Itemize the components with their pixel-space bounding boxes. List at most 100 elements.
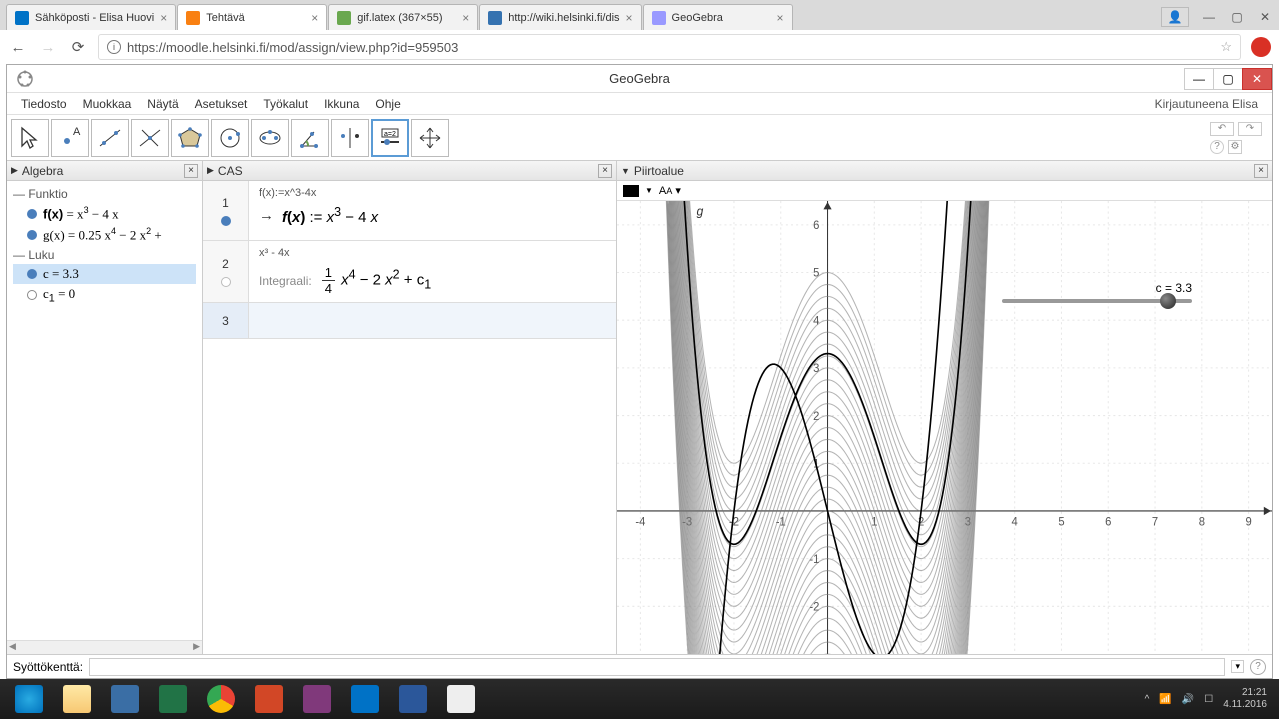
tool-move-view[interactable] [411,119,449,157]
menu-item[interactable]: Tiedosto [13,95,75,113]
slider-c[interactable]: c = 3.3 [1002,281,1192,303]
task-geogebra[interactable] [438,682,484,716]
user-icon[interactable]: 👤 [1161,7,1189,27]
login-status[interactable]: Kirjautuneena Elisa [1155,97,1266,111]
input-help-icon[interactable]: ? [1250,659,1266,675]
tool-circle[interactable] [211,119,249,157]
tab-close-icon[interactable]: × [305,11,318,25]
panel-close-icon[interactable]: × [1254,164,1268,178]
menu-item[interactable]: Ikkuna [316,95,367,113]
back-button[interactable]: ← [8,37,28,57]
maximize-icon[interactable]: ▢ [1223,7,1251,27]
menu-item[interactable]: Asetukset [187,95,256,113]
panel-close-icon[interactable]: × [184,164,198,178]
gg-maximize-button[interactable]: ▢ [1213,68,1243,90]
tool-ellipse[interactable] [251,119,289,157]
algebra-item[interactable]: g(x) = 0.25 x4 − 2 x2 + [13,224,196,245]
task-onenote[interactable] [294,682,340,716]
color-picker[interactable] [623,185,639,197]
cas-row[interactable]: 1 f(x):=x^3-4x → f(x) := x3 − 4 x [203,181,616,241]
menu-item[interactable]: Ohje [367,95,408,113]
visibility-dot-icon[interactable] [27,290,37,300]
cas-panel-header[interactable]: ▶ CAS × [203,161,616,181]
visibility-dot-icon[interactable] [27,269,37,279]
tool-polygon[interactable] [171,119,209,157]
cas-row[interactable]: 3 [203,303,616,339]
close-icon[interactable]: ✕ [1251,7,1279,27]
input-field[interactable] [89,658,1225,676]
task-app[interactable] [102,682,148,716]
battery-icon[interactable]: ☐ [1204,694,1213,705]
cas-input[interactable]: x³ - 4x [259,247,606,259]
gg-close-button[interactable]: ✕ [1242,68,1272,90]
browser-tab[interactable]: gif.latex (367×55) × [328,4,478,30]
task-powerpoint[interactable] [246,682,292,716]
menu-item[interactable]: Työkalut [255,95,316,113]
collapse-arrow-icon[interactable]: ▼ [621,166,630,176]
collapse-arrow-icon[interactable]: ▶ [11,165,18,176]
dropdown-arrow-icon[interactable]: ▼ [645,186,653,195]
tray-up-icon[interactable]: ^ [1145,694,1150,705]
tool-perpendicular[interactable] [131,119,169,157]
menu-item[interactable]: Muokkaa [75,95,140,113]
task-explorer[interactable] [54,682,100,716]
browser-tab[interactable]: Tehtävä × [177,4,327,30]
tool-move[interactable] [11,119,49,157]
visibility-dot-icon[interactable] [27,230,37,240]
url-input[interactable]: i https://moodle.helsinki.fi/mod/assign/… [98,34,1241,60]
task-excel[interactable] [150,682,196,716]
slider-thumb[interactable] [1160,293,1176,309]
tool-line[interactable] [91,119,129,157]
algebra-panel-header[interactable]: ▶ Algebra × [7,161,202,181]
algebra-item[interactable]: f(x) = x3 − 4 x [13,203,196,224]
tab-close-icon[interactable]: × [456,11,469,25]
graphics-view[interactable]: -4-3-2-1123456789-2-1123456g c = 3.3 [617,201,1272,654]
forward-button[interactable]: → [38,37,58,57]
tab-close-icon[interactable]: × [620,11,633,25]
algebra-item[interactable]: c1 = 0 [13,284,196,307]
cas-row[interactable]: 2 x³ - 4x Integraali: 14 x4 − 2 x2 + c1 [203,241,616,303]
tab-close-icon[interactable]: × [154,11,167,25]
cas-input[interactable]: f(x):=x^3-4x [259,187,606,199]
panel-close-icon[interactable]: × [598,164,612,178]
task-outlook[interactable] [342,682,388,716]
collapse-arrow-icon[interactable]: ▶ [207,165,214,176]
task-chrome[interactable] [198,682,244,716]
tab-close-icon[interactable]: × [771,11,784,25]
extension-icon[interactable] [1251,37,1271,57]
browser-tab[interactable]: Sähköposti - Elisa Huovi × [6,4,176,30]
undo-button[interactable]: ↶ [1210,122,1234,136]
task-ie[interactable] [6,682,52,716]
site-info-icon[interactable]: i [107,40,121,54]
cas-dot-icon[interactable] [221,277,231,287]
input-dropdown-icon[interactable]: ▾ [1231,660,1244,673]
reload-button[interactable]: ⟳ [68,37,88,57]
tool-point[interactable]: A [51,119,89,157]
algebra-group[interactable]: — Funktio [13,187,196,201]
redo-button[interactable]: ↷ [1238,122,1262,136]
help-button[interactable]: ? [1210,140,1224,154]
visibility-dot-icon[interactable] [27,209,37,219]
system-tray[interactable]: ^ 📶 🔊 ☐ 21:21 4.11.2016 [1145,687,1273,711]
browser-tab[interactable]: GeoGebra × [643,4,793,30]
menu-item[interactable]: Näytä [139,95,186,113]
volume-icon[interactable]: 🔊 [1182,694,1194,705]
text-size-button[interactable]: AA ▾ [659,184,681,197]
gg-minimize-button[interactable]: — [1184,68,1214,90]
algebra-group[interactable]: — Luku [13,248,196,262]
bookmark-star-icon[interactable]: ☆ [1220,39,1232,55]
browser-tab[interactable]: http://wiki.helsinki.fi/dis × [479,4,641,30]
tool-slider[interactable]: a=2 [371,119,409,157]
slider-track[interactable] [1002,299,1192,303]
tool-angle[interactable] [291,119,329,157]
algebra-item[interactable]: c = 3.3 [13,264,196,284]
algebra-scrollbar[interactable]: ◀▶ [7,640,202,654]
wifi-icon[interactable]: 📶 [1159,694,1171,705]
minimize-icon[interactable]: — [1195,7,1223,27]
graphics-panel-header[interactable]: ▼ Piirtoalue × [617,161,1272,181]
tool-reflect[interactable] [331,119,369,157]
cas-dot-icon[interactable] [221,216,231,226]
graphics-style-toolbar: ▼ AA ▾ [617,181,1272,201]
settings-button[interactable]: ⚙ [1228,140,1242,154]
task-word[interactable] [390,682,436,716]
